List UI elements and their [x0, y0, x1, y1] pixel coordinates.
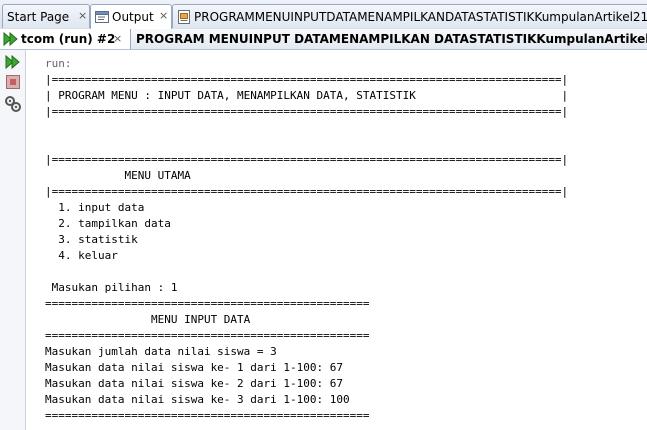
- tab-start-page[interactable]: Start Page ×: [2, 4, 90, 28]
- stop-icon[interactable]: [4, 73, 22, 91]
- console-line: Masukan data nilai siswa ke- 3 dari 1-10…: [45, 393, 350, 406]
- console-line: Masukan jumlah data nilai siswa = 3: [45, 345, 277, 358]
- output-toolbar: [0, 50, 26, 430]
- close-icon[interactable]: ×: [159, 9, 168, 22]
- console-line: |=======================================…: [45, 73, 569, 86]
- close-icon[interactable]: ×: [78, 9, 87, 22]
- tab-java-file-label: PROGRAMMENUINPUTDATAMENAMPILKANDATASTATI…: [194, 9, 647, 24]
- console-line: | PROGRAM MENU : INPUT DATA, MENAMPILKAN…: [45, 89, 569, 102]
- console-line: Masukan data nilai siswa ke- 1 dari 1-10…: [45, 361, 344, 374]
- console-line: |=======================================…: [45, 185, 569, 198]
- console-line: |=======================================…: [45, 153, 569, 166]
- console-line: |=======================================…: [45, 105, 569, 118]
- close-icon[interactable]: ×: [113, 32, 122, 45]
- tab-java-file[interactable]: PROGRAMMENUINPUTDATAMENAMPILKANDATASTATI…: [172, 4, 647, 28]
- console-line: MENU UTAMA: [45, 169, 191, 182]
- tab-output-label: Output: [112, 10, 154, 24]
- tab-program-output-label: PROGRAM MENUINPUT DATAMENAMPILKAN DATAST…: [136, 32, 647, 46]
- tab-program-output[interactable]: PROGRAM MENUINPUT DATAMENAMPILKAN DATAST…: [131, 29, 647, 49]
- console-line: MENU INPUT DATA: [45, 313, 251, 326]
- console-line: ========================================…: [45, 409, 370, 422]
- tab-run-output[interactable]: tcom (run) #2 ×: [0, 29, 131, 49]
- console-line: 2. tampilkan data: [45, 217, 171, 230]
- settings-icon[interactable]: [4, 95, 22, 113]
- tab-start-page-label: Start Page: [7, 9, 70, 24]
- console-line: Masukan pilihan : 1: [45, 281, 178, 294]
- run-icon: [3, 31, 18, 47]
- console-line: 1. input data: [45, 201, 145, 214]
- tab-run-output-label: tcom (run) #2: [21, 32, 116, 46]
- console-line: Masukan data nilai siswa ke- 2 dari 1-10…: [45, 377, 344, 390]
- console-line: 3. statistik: [45, 233, 138, 246]
- console-line: 4. keluar: [45, 249, 118, 262]
- rerun-icon[interactable]: [4, 53, 22, 71]
- console-output[interactable]: run: |==================================…: [26, 50, 647, 430]
- editor-tab-bar: Start Page × Output × PROGRAMMENUINPUTDA…: [0, 0, 647, 30]
- output-tab-bar: tcom (run) #2 × PROGRAM MENUINPUT DATAME…: [0, 29, 647, 50]
- tab-output[interactable]: Output ×: [90, 4, 172, 29]
- console-line: ========================================…: [45, 297, 370, 310]
- console-line: run:: [45, 57, 72, 70]
- java-file-icon: [178, 9, 190, 24]
- output-window-icon: [95, 11, 109, 23]
- console-line: ========================================…: [45, 329, 370, 342]
